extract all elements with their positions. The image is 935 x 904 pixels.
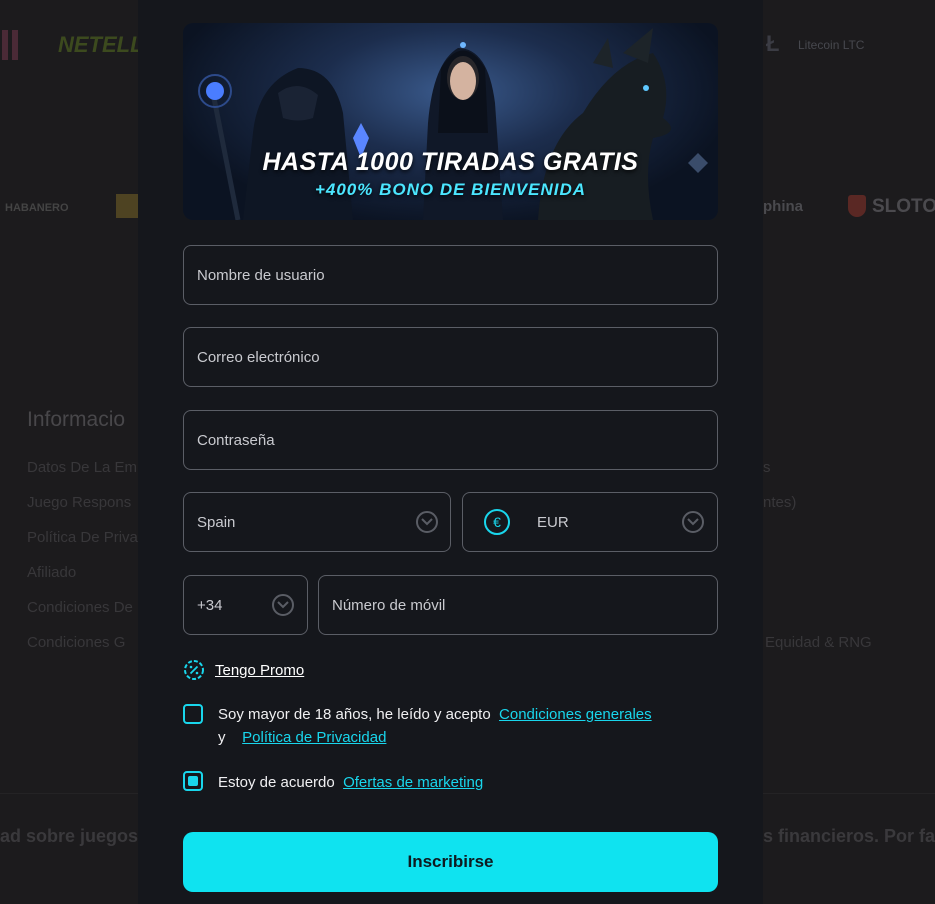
bg-link-responsible[interactable]: Juego Respons bbox=[27, 494, 131, 511]
litecoin-label: Litecoin LTC bbox=[798, 38, 865, 52]
phone-prefix-select[interactable]: +34 bbox=[183, 575, 308, 635]
marketing-prefix: Estoy de acuerdo bbox=[218, 774, 335, 791]
promo-label[interactable]: Tengo Promo bbox=[215, 662, 304, 679]
phone-input[interactable] bbox=[319, 596, 717, 614]
currency-select[interactable]: € EUR bbox=[462, 492, 718, 552]
bg-link-privacy[interactable]: Política De Priva bbox=[27, 529, 138, 546]
bg-link-fairness[interactable]: Equidad & RNG bbox=[765, 634, 872, 651]
info-heading: Informacio bbox=[27, 408, 126, 431]
terms-and: y bbox=[218, 729, 226, 746]
chevron-down-icon bbox=[682, 511, 704, 533]
sloto-logo: SLOTO bbox=[872, 196, 935, 217]
bg-link-conditions-1[interactable]: Condiciones De bbox=[27, 599, 133, 616]
currency-value: EUR bbox=[537, 513, 569, 531]
paysafe-logo bbox=[2, 30, 24, 60]
phone-field[interactable] bbox=[318, 575, 718, 635]
bg-link-affiliate[interactable]: Afiliado bbox=[27, 564, 76, 581]
marketing-text: Estoy de acuerdo Ofertas de marketing bbox=[218, 771, 483, 794]
banner-title: HASTA 1000 TIRADAS GRATIS bbox=[262, 148, 639, 176]
email-field[interactable] bbox=[183, 327, 718, 387]
promo-toggle[interactable]: Tengo Promo bbox=[183, 659, 304, 681]
terms-text: Soy mayor de 18 años, he leído y acepto … bbox=[218, 703, 718, 749]
habanero-logo: HABANERO bbox=[5, 202, 69, 214]
banner-subtitle: +400% BONO DE BIENVENIDA bbox=[314, 180, 587, 199]
promo-percent-icon bbox=[184, 660, 204, 680]
terms-prefix: Soy mayor de 18 años, he leído y acepto bbox=[218, 706, 491, 723]
bg-link-right-1[interactable]: s bbox=[763, 459, 771, 476]
password-input[interactable] bbox=[184, 431, 717, 449]
bg-link-right-2[interactable]: ntes) bbox=[763, 494, 796, 511]
bg-link-company[interactable]: Datos De La Em bbox=[27, 459, 137, 476]
phone-prefix-value: +34 bbox=[197, 596, 223, 614]
marketing-checkbox[interactable] bbox=[183, 771, 203, 791]
euro-icon: € bbox=[484, 509, 510, 535]
terms-link[interactable]: Condiciones generales bbox=[499, 706, 652, 723]
country-value: Spain bbox=[197, 513, 236, 531]
sloto-shield-icon bbox=[848, 195, 866, 217]
email-input[interactable] bbox=[184, 348, 717, 366]
username-field[interactable] bbox=[183, 245, 718, 305]
registration-modal: HASTA 1000 TIRADAS GRATIS +400% BONO DE … bbox=[138, 0, 763, 904]
promo-banner: HASTA 1000 TIRADAS GRATIS +400% BONO DE … bbox=[183, 23, 718, 220]
password-field[interactable] bbox=[183, 410, 718, 470]
footer-text-right: s financieros. Por fav bbox=[763, 826, 935, 846]
register-button[interactable]: Inscribirse bbox=[183, 832, 718, 892]
username-input[interactable] bbox=[184, 266, 717, 284]
chevron-down-icon bbox=[272, 594, 294, 616]
litecoin-icon: Ł bbox=[766, 31, 780, 56]
marketing-link[interactable]: Ofertas de marketing bbox=[343, 774, 483, 791]
privacy-link[interactable]: Política de Privacidad bbox=[242, 729, 386, 746]
bg-link-conditions-2[interactable]: Condiciones G bbox=[27, 634, 125, 651]
phina-logo: phina bbox=[763, 198, 803, 215]
neteller-logo: NETELLER bbox=[58, 32, 138, 57]
terms-checkbox[interactable] bbox=[183, 704, 203, 724]
chevron-down-icon bbox=[416, 511, 438, 533]
footer-text-left: ad sobre juegos bbox=[0, 826, 139, 846]
provider-logo-square bbox=[116, 194, 138, 218]
country-select[interactable]: Spain bbox=[183, 492, 451, 552]
